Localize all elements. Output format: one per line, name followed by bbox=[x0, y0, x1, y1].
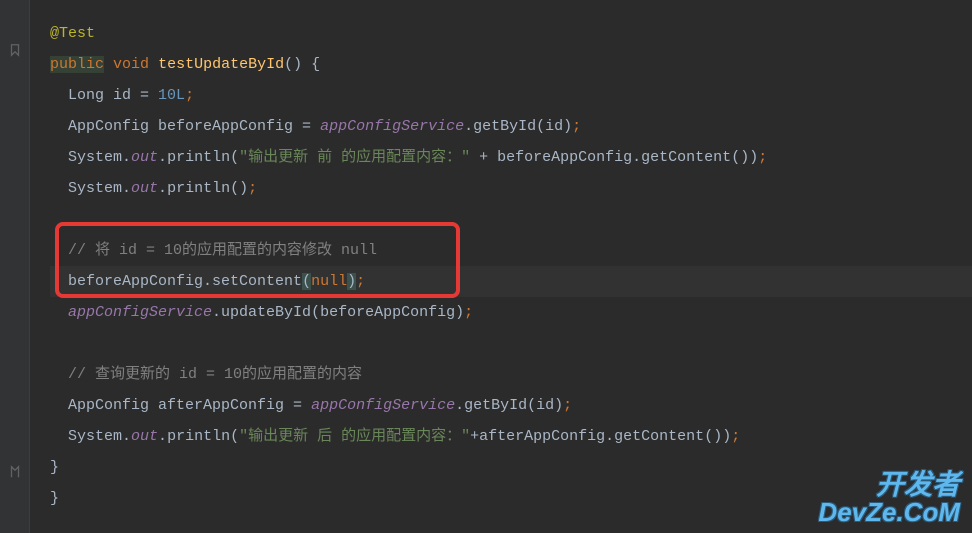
code-line: System.out.println("输出更新 后 的应用配置内容："+aft… bbox=[50, 421, 972, 452]
matched-paren: ( bbox=[302, 273, 311, 290]
keyword-void: void bbox=[113, 56, 149, 73]
keyword-public: public bbox=[50, 56, 104, 73]
code-line: AppConfig beforeAppConfig = appConfigSer… bbox=[50, 111, 972, 142]
code-line: beforeAppConfig.setContent(null); bbox=[50, 266, 972, 297]
code-line: public void testUpdateById() { bbox=[50, 49, 972, 80]
code-line bbox=[50, 328, 972, 359]
code-line: // 查询更新的 id = 10的应用配置的内容 bbox=[50, 359, 972, 390]
code-line: AppConfig afterAppConfig = appConfigServ… bbox=[50, 390, 972, 421]
code-line: appConfigService.updateById(beforeAppCon… bbox=[50, 297, 972, 328]
code-editor[interactable]: @Test public void testUpdateById() { Lon… bbox=[0, 0, 972, 514]
matched-paren: ) bbox=[347, 273, 356, 290]
code-line: } bbox=[50, 483, 972, 514]
code-line bbox=[50, 204, 972, 235]
code-line: System.out.println("输出更新 前 的应用配置内容：" + b… bbox=[50, 142, 972, 173]
code-line: System.out.println(); bbox=[50, 173, 972, 204]
code-line: @Test bbox=[50, 18, 972, 49]
method-name: testUpdateById bbox=[158, 56, 284, 73]
code-line: // 将 id = 10的应用配置的内容修改 null bbox=[50, 235, 972, 266]
code-line: } bbox=[50, 452, 972, 483]
annotation: @Test bbox=[50, 25, 95, 42]
code-line: Long id = 10L; bbox=[50, 80, 972, 111]
